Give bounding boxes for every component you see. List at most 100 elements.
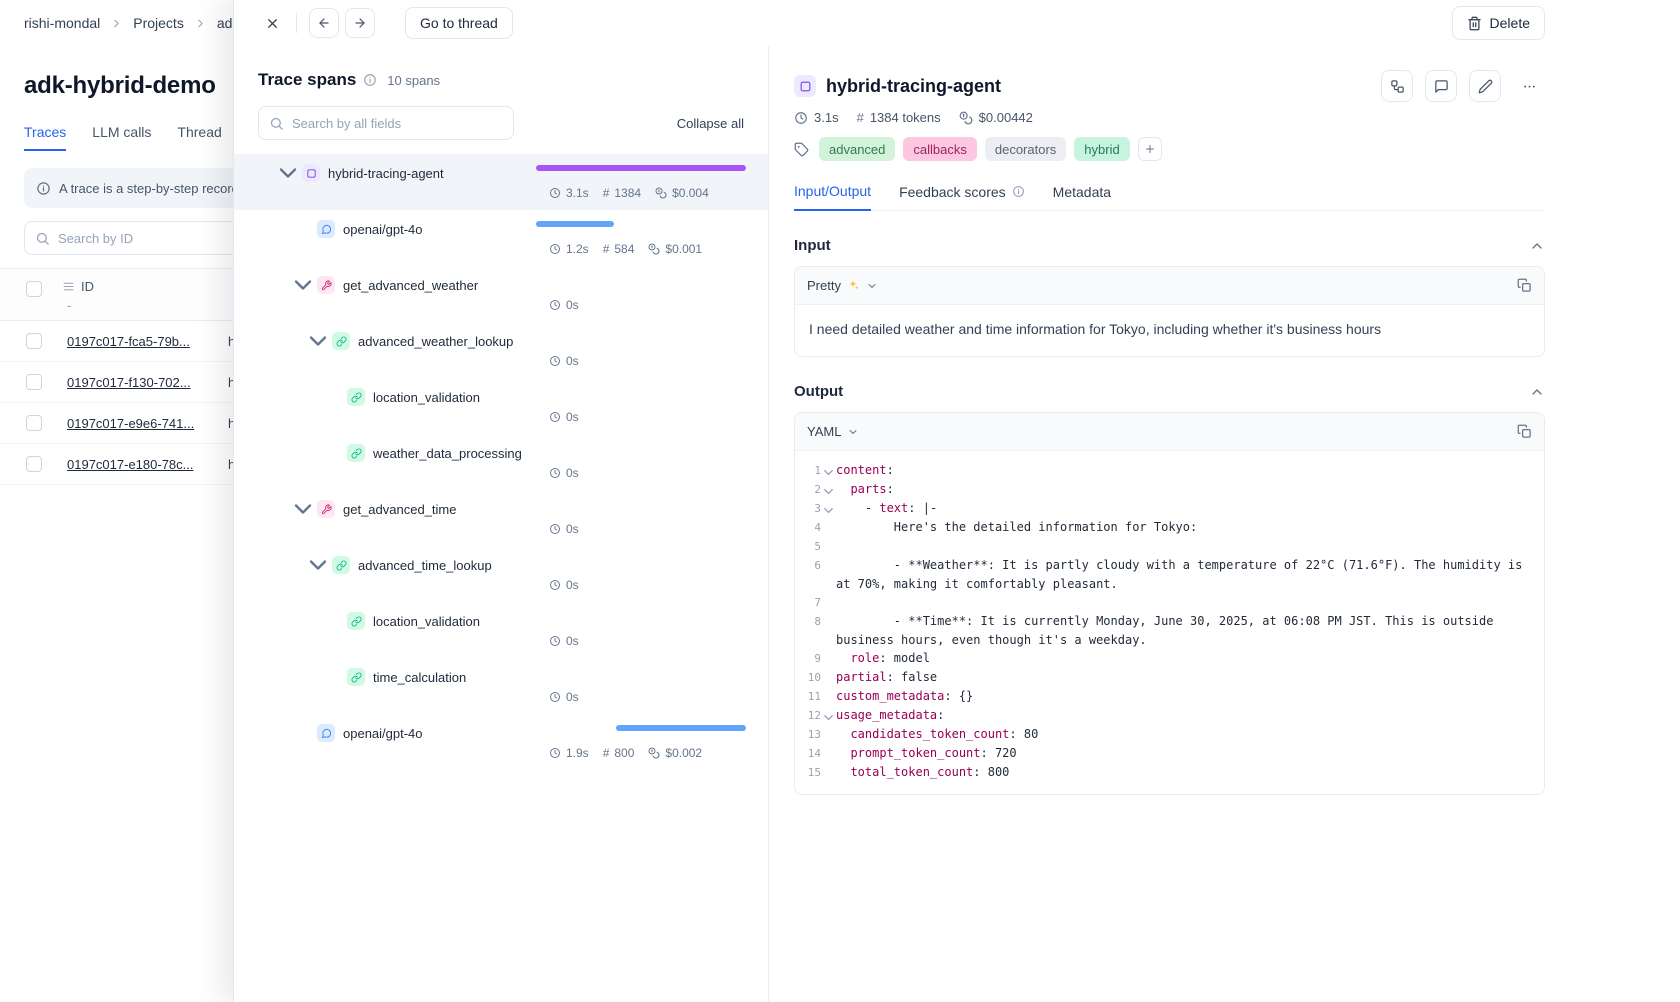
span-row[interactable]: get_advanced_time 0s — [234, 490, 768, 546]
fold-chevron-icon[interactable] — [821, 480, 836, 499]
code-content: - **Weather**: It is partly cloudy with … — [836, 556, 1534, 593]
output-format-select[interactable]: YAML — [807, 424, 859, 439]
row-checkbox[interactable] — [26, 456, 42, 472]
code-line: 5 — [797, 537, 1534, 556]
clock-icon — [549, 411, 561, 423]
breadcrumb-item-projects[interactable]: Projects — [133, 15, 184, 31]
tab-threads[interactable]: Thread — [177, 124, 221, 151]
span-row[interactable]: advanced_time_lookup 0s — [234, 546, 768, 602]
copy-icon — [1517, 424, 1532, 439]
breadcrumb-item-workspace[interactable]: rishi-mondal — [24, 15, 100, 31]
line-number: 2 — [797, 480, 821, 499]
tab-llm-calls[interactable]: LLM calls — [92, 124, 151, 151]
tag-pill[interactable]: callbacks — [903, 137, 976, 161]
trace-spans-panel: Trace spans 10 spans Collapse all hybrid… — [234, 46, 769, 1002]
close-button[interactable] — [256, 7, 288, 39]
tab-metadata[interactable]: Metadata — [1053, 183, 1111, 210]
code-content: total_token_count: 800 — [836, 763, 1534, 782]
expand-chevron-icon[interactable] — [289, 271, 317, 299]
span-duration-bar — [616, 725, 746, 731]
span-name: get_advanced_weather — [343, 278, 478, 293]
fold-chevron-icon — [821, 744, 836, 763]
go-to-thread-button[interactable]: Go to thread — [405, 7, 513, 39]
spans-search-input[interactable] — [292, 116, 503, 131]
agent-graph-button[interactable] — [1381, 70, 1413, 102]
fold-chevron-icon — [821, 668, 836, 687]
more-icon — [1522, 79, 1537, 94]
span-row[interactable]: openai/gpt-4o 1.2s #584 $0.001 — [234, 210, 768, 266]
fold-chevron-icon[interactable] — [821, 706, 836, 725]
trace-id-link[interactable]: 0197c017-e9e6-741... — [67, 416, 194, 431]
add-tag-button[interactable] — [1138, 137, 1162, 161]
span-row[interactable]: location_validation 0s — [234, 602, 768, 658]
tab-traces[interactable]: Traces — [24, 124, 66, 151]
expand-chevron-icon[interactable] — [289, 495, 317, 523]
span-row[interactable]: get_advanced_weather 0s — [234, 266, 768, 322]
span-name: time_calculation — [373, 670, 466, 685]
code-content — [836, 537, 1534, 556]
select-all-checkbox[interactable] — [26, 281, 42, 297]
fold-chevron-icon — [821, 763, 836, 782]
expand-chevron-icon[interactable] — [304, 551, 332, 579]
next-trace-button[interactable] — [345, 8, 375, 38]
more-button[interactable] — [1513, 70, 1545, 102]
delete-button[interactable]: Delete — [1452, 6, 1545, 40]
clock-icon — [549, 523, 561, 535]
spans-search[interactable] — [258, 106, 514, 140]
tag-pill[interactable]: advanced — [819, 137, 895, 161]
copy-output-button[interactable] — [1517, 424, 1532, 439]
code-line: 1 content: — [797, 461, 1534, 480]
trace-id-link[interactable]: 0197c017-e180-78c... — [67, 457, 193, 472]
tag-pill[interactable]: decorators — [985, 137, 1066, 161]
span-row[interactable]: location_validation 0s — [234, 378, 768, 434]
span-row[interactable]: openai/gpt-4o 1.9s #800 $0.002 — [234, 714, 768, 770]
row-checkbox[interactable] — [26, 415, 42, 431]
tag-pill[interactable]: hybrid — [1074, 137, 1129, 161]
span-stats: 0s — [549, 410, 579, 424]
fold-chevron-icon[interactable] — [821, 461, 836, 480]
tab-feedback-scores[interactable]: Feedback scores — [899, 183, 1025, 210]
span-name: advanced_weather_lookup — [358, 334, 513, 349]
input-format-select[interactable]: Pretty — [807, 278, 878, 293]
search-icon — [269, 116, 284, 131]
span-name: openai/gpt-4o — [343, 726, 423, 741]
span-tree: hybrid-tracing-agent 3.1s #1384 $0.004 o… — [234, 154, 768, 770]
spans-panel-title: Trace spans — [258, 70, 356, 90]
trace-id-link[interactable]: 0197c017-fca5-79b... — [67, 334, 190, 349]
span-row[interactable]: hybrid-tracing-agent 3.1s #1384 $0.004 — [234, 154, 768, 210]
prev-trace-button[interactable] — [309, 8, 339, 38]
fold-chevron-icon[interactable] — [821, 499, 836, 518]
chain-icon — [347, 388, 365, 406]
expand-chevron-icon[interactable] — [274, 159, 302, 187]
cost-value: $0.00442 — [979, 110, 1033, 125]
span-row[interactable]: time_calculation 0s — [234, 658, 768, 714]
line-number: 3 — [797, 499, 821, 518]
span-row[interactable]: advanced_weather_lookup 0s — [234, 322, 768, 378]
id-column-header[interactable]: ID — [62, 279, 94, 294]
collapse-output-icon[interactable] — [1529, 384, 1545, 400]
chain-icon — [347, 668, 365, 686]
collapse-input-icon[interactable] — [1529, 238, 1545, 254]
span-row[interactable]: weather_data_processing 0s — [234, 434, 768, 490]
spans-toolbar: Collapse all — [258, 106, 744, 140]
edit-button[interactable] — [1469, 70, 1501, 102]
code-content: custom_metadata: {} — [836, 687, 1534, 706]
row-checkbox[interactable] — [26, 333, 42, 349]
span-detail-panel: hybrid-tracing-agent 3.1s # 1384 tokens … — [770, 46, 1680, 1002]
fold-chevron-icon — [821, 518, 836, 537]
detail-tabs: Input/Output Feedback scores Metadata — [794, 183, 1545, 211]
row-checkbox[interactable] — [26, 374, 42, 390]
tab-input-output[interactable]: Input/Output — [794, 183, 871, 211]
expand-chevron-icon[interactable] — [304, 327, 332, 355]
span-duration: 0s — [566, 466, 579, 480]
collapse-all-button[interactable]: Collapse all — [677, 116, 744, 131]
comment-icon — [1434, 79, 1449, 94]
output-section-title: Output — [794, 383, 843, 400]
comments-button[interactable] — [1425, 70, 1457, 102]
code-content: candidates_token_count: 80 — [836, 725, 1534, 744]
copy-input-button[interactable] — [1517, 278, 1532, 293]
chevron-right-icon — [110, 17, 123, 30]
trace-id-link[interactable]: 0197c017-f130-702... — [67, 375, 191, 390]
span-name: location_validation — [373, 390, 480, 405]
id-column-label: ID — [81, 279, 94, 294]
